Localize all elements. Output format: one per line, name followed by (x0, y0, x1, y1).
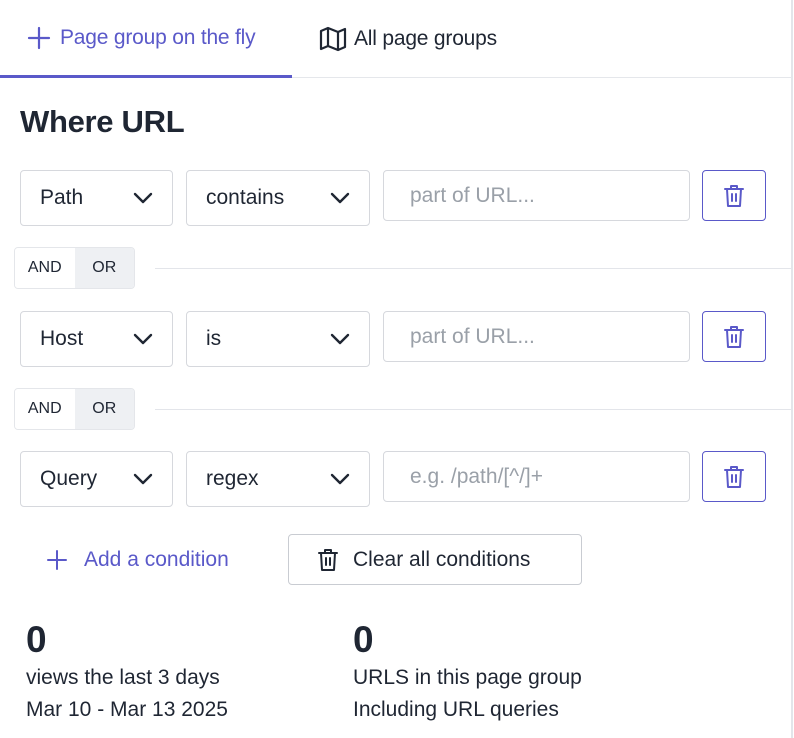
field-select[interactable]: Query (20, 451, 173, 507)
tab-all-page-groups[interactable]: All page groups (318, 0, 497, 78)
trash-icon (724, 325, 744, 348)
trash-icon (724, 184, 744, 207)
field-select[interactable]: Path (20, 170, 173, 226)
delete-condition-button[interactable] (702, 170, 766, 221)
url-value-input[interactable] (383, 311, 690, 362)
trash-icon (724, 465, 744, 488)
field-select-value: Query (40, 467, 98, 490)
tab-bar: Page group on the fly All page groups (0, 0, 792, 78)
delete-condition-button[interactable] (702, 451, 766, 502)
or-option[interactable]: OR (74, 248, 134, 288)
divider (155, 409, 792, 410)
chevron-down-icon (330, 473, 350, 485)
urls-subcaption: Including URL queries (353, 698, 559, 721)
and-option[interactable]: AND (15, 248, 75, 288)
operator-select-value: contains (206, 186, 285, 209)
views-stat: 0 views the last 3 days Mar 10 - Mar 13 … (26, 618, 228, 726)
field-select[interactable]: Host (20, 311, 173, 367)
tab-label: Page group on the fly (60, 25, 256, 49)
plus-icon (24, 23, 54, 53)
tab-label: All page groups (354, 27, 497, 50)
operator-select-value: is (206, 327, 222, 350)
url-value-input[interactable] (383, 170, 690, 221)
views-date-range: Mar 10 - Mar 13 2025 (26, 698, 228, 721)
add-condition-button[interactable]: Add a condition (46, 540, 229, 580)
url-value-input[interactable] (383, 451, 690, 502)
and-option[interactable]: AND (15, 389, 75, 429)
chevron-down-icon (133, 333, 153, 345)
views-caption: views the last 3 days (26, 666, 220, 689)
operator-select-value: regex (206, 467, 259, 490)
map-icon (318, 24, 348, 54)
chevron-down-icon (330, 333, 350, 345)
trash-icon (318, 548, 338, 571)
clear-all-conditions-button[interactable]: Clear all conditions (288, 534, 582, 585)
add-condition-label: Add a condition (84, 548, 229, 571)
field-select-value: Path (40, 186, 84, 209)
logic-toggle: AND OR (14, 247, 135, 289)
operator-select[interactable]: contains (186, 170, 370, 226)
or-option[interactable]: OR (74, 389, 134, 429)
urls-stat: 0 URLS in this page group Including URL … (353, 618, 582, 726)
urls-caption: URLS in this page group (353, 666, 582, 689)
operator-select[interactable]: is (186, 311, 370, 367)
divider (155, 268, 792, 269)
views-count: 0 (26, 619, 47, 660)
plus-icon (47, 550, 67, 570)
chevron-down-icon (330, 192, 350, 204)
panel-right-edge (791, 0, 793, 738)
delete-condition-button[interactable] (702, 311, 766, 362)
operator-select[interactable]: regex (186, 451, 370, 507)
urls-count: 0 (353, 619, 374, 660)
chevron-down-icon (133, 473, 153, 485)
chevron-down-icon (133, 192, 153, 204)
section-title: Where URL (20, 104, 185, 139)
field-select-value: Host (40, 327, 84, 350)
tab-page-group-on-the-fly[interactable]: Page group on the fly (0, 0, 292, 78)
logic-toggle: AND OR (14, 388, 135, 430)
clear-all-label: Clear all conditions (353, 547, 531, 571)
